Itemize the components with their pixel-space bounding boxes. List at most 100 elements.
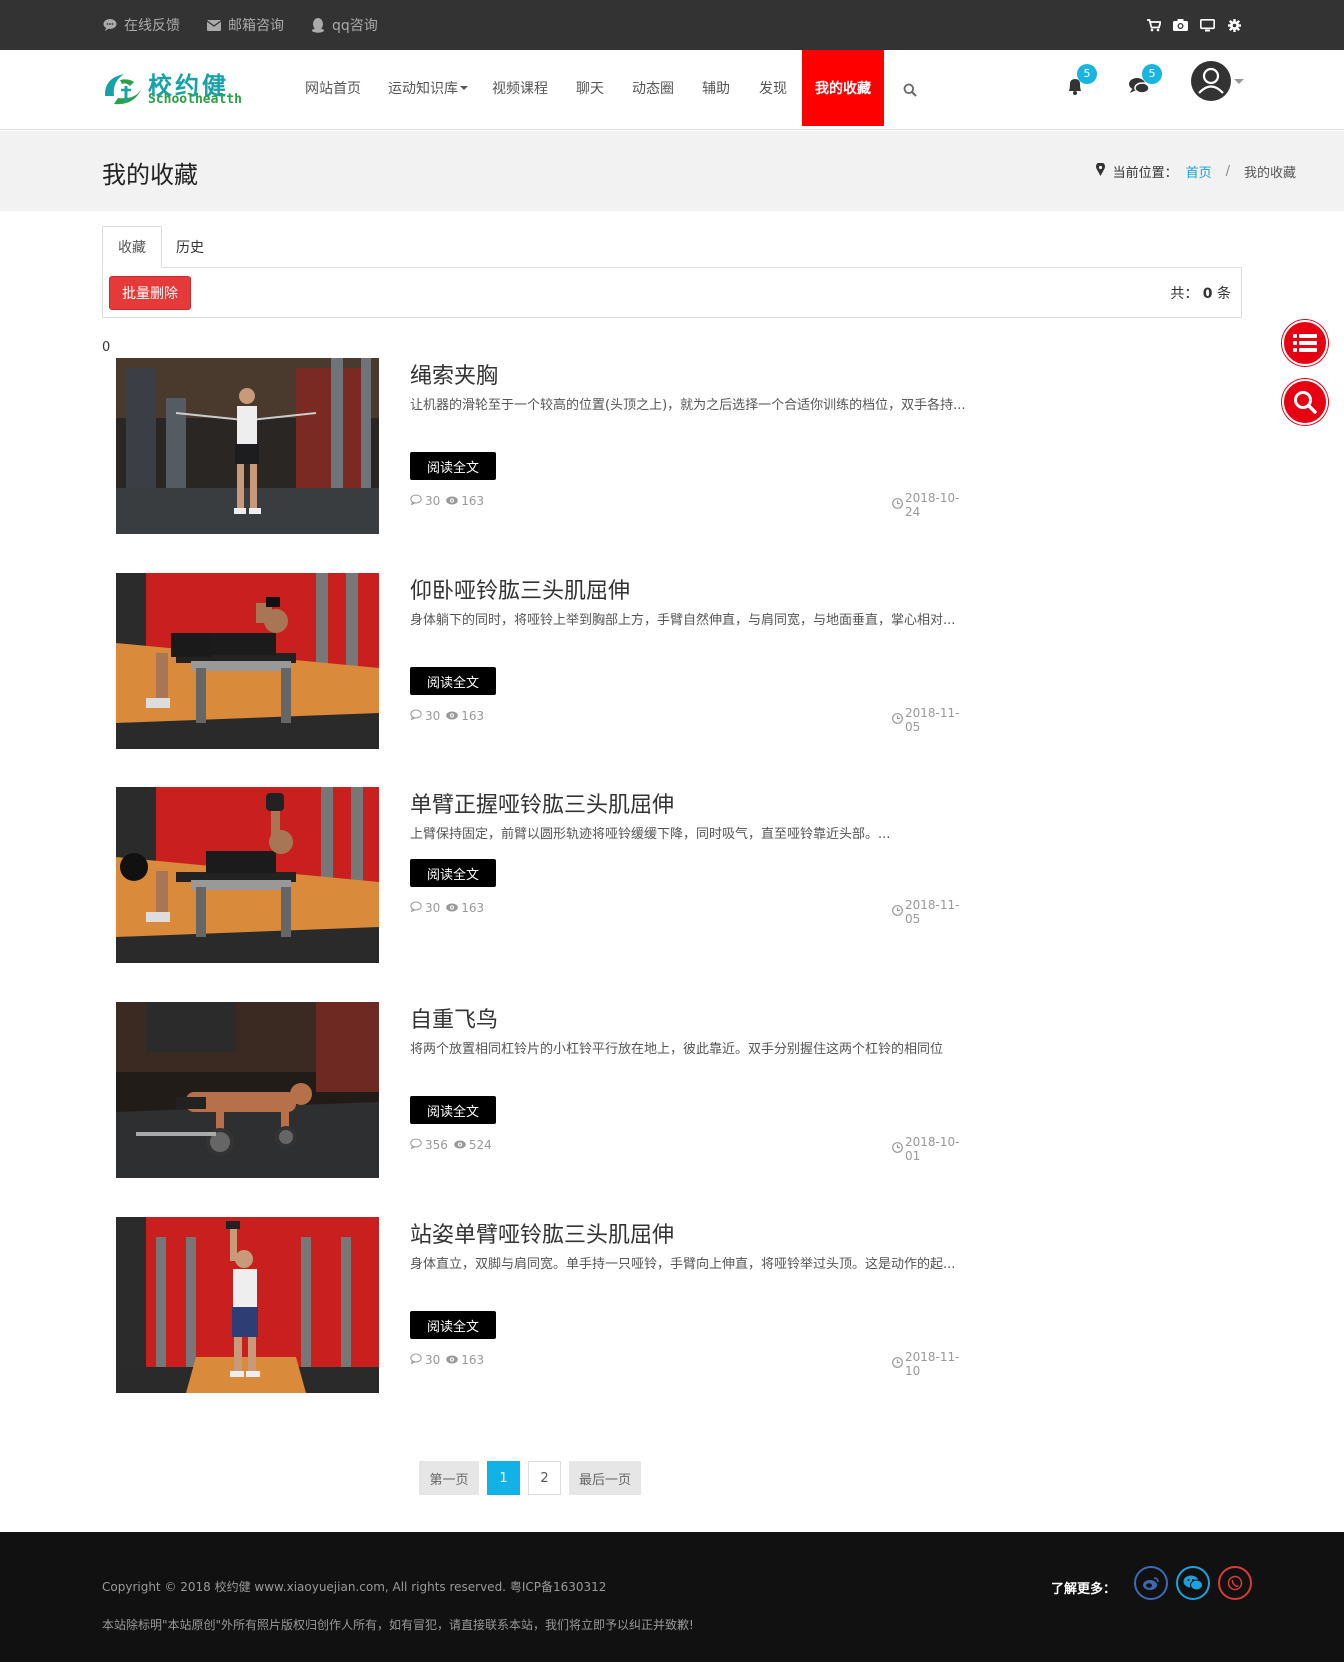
breadcrumb-current: 我的收藏 bbox=[1243, 166, 1296, 181]
total-suffix: 条 bbox=[1217, 286, 1231, 302]
nav-video-label: 视频课程 bbox=[492, 81, 548, 97]
gear-icon[interactable] bbox=[1226, 17, 1242, 33]
clock-icon bbox=[892, 1357, 903, 1371]
article-summary: 让机器的滑轮至于一个较高的位置(头顶之上)，就为之后选择一个合适你训练的档位，双… bbox=[410, 398, 966, 413]
pagination-last[interactable]: 最后一页 bbox=[569, 1461, 641, 1495]
user-menu[interactable] bbox=[1190, 60, 1246, 102]
article-summary: 身体直立，双脚与肩同宽。单手持一只哑铃，手臂向上伸直，将哑铃举过头顶。这是动作的… bbox=[410, 1257, 956, 1272]
date-text: 2018-10-24 bbox=[905, 491, 960, 519]
site-logo[interactable]: 校约健 Schoolhealth bbox=[100, 66, 250, 112]
nav-favorites-label: 我的收藏 bbox=[815, 81, 871, 97]
whatsapp-icon[interactable] bbox=[1218, 1566, 1252, 1600]
article-date: 2018-10-01 bbox=[892, 1135, 966, 1163]
tab-history-label: 历史 bbox=[176, 240, 204, 256]
logo-english: Schoolhealth bbox=[148, 92, 242, 107]
comment-count: 30 bbox=[425, 901, 441, 915]
favorite-item: 绳索夹胸 让机器的滑轮至于一个较高的位置(头顶之上)，就为之后选择一个合适你训练… bbox=[116, 358, 966, 534]
article-title[interactable]: 绳索夹胸 bbox=[410, 358, 498, 390]
breadcrumb-label: 当前位置： bbox=[1112, 166, 1178, 181]
qq-consult-label: qq咨询 bbox=[332, 18, 378, 34]
article-thumbnail[interactable] bbox=[116, 1002, 379, 1178]
eye-icon bbox=[454, 1138, 466, 1152]
view-count: 524 bbox=[468, 1138, 492, 1152]
total-prefix: 共： bbox=[1170, 286, 1199, 302]
article-title[interactable]: 站姿单臂哑铃肱三头肌屈伸 bbox=[410, 1217, 674, 1249]
nav-video-courses[interactable]: 视频课程 bbox=[492, 50, 548, 126]
wechat-icon[interactable] bbox=[1176, 1566, 1210, 1600]
search-icon[interactable] bbox=[903, 82, 917, 101]
nav-home[interactable]: 网站首页 bbox=[305, 50, 361, 126]
cart-icon[interactable] bbox=[1146, 17, 1162, 33]
email-consult-link[interactable]: 邮箱咨询 bbox=[206, 0, 284, 50]
floating-search-button[interactable] bbox=[1282, 379, 1328, 425]
tab-bar: 收藏 历史 bbox=[102, 226, 1242, 268]
feedback-link[interactable]: 在线反馈 bbox=[102, 0, 180, 50]
comment-count: 30 bbox=[425, 709, 441, 723]
read-more-button[interactable]: 阅读全文 bbox=[410, 452, 496, 480]
floating-list-button[interactable] bbox=[1282, 320, 1328, 366]
caret-down-icon bbox=[460, 86, 468, 90]
pagination-page-2[interactable]: 2 bbox=[528, 1461, 561, 1495]
article-title[interactable]: 单臂正握哑铃肱三头肌屈伸 bbox=[410, 787, 674, 819]
messages-button[interactable]: 5 bbox=[1128, 64, 1162, 98]
qq-consult-link[interactable]: qq咨询 bbox=[310, 0, 378, 50]
clock-icon bbox=[892, 1142, 903, 1156]
article-stats: 30 163 bbox=[410, 1353, 484, 1367]
article-summary: 将两个放置相同杠铃片的小杠铃平行放在地上，彼此靠近。双手分别握住这两个杠铃的相同… bbox=[410, 1042, 944, 1057]
nav-discover[interactable]: 发现 bbox=[759, 50, 787, 126]
site-footer: Copyright © 2018 校约健 www.xiaoyuejian.com… bbox=[0, 1532, 1344, 1662]
copyright-text: Copyright © 2018 校约健 www.xiaoyuejian.com… bbox=[102, 1580, 607, 1594]
nav-my-favorites[interactable]: 我的收藏 bbox=[802, 50, 884, 126]
page-title: 我的收藏 bbox=[102, 161, 198, 189]
tab-favorites[interactable]: 收藏 bbox=[102, 226, 162, 268]
article-thumbnail[interactable] bbox=[116, 1217, 379, 1393]
main-header: 校约健 Schoolhealth 网站首页 运动知识库 视频课程 聊天 动态圈 … bbox=[0, 50, 1344, 130]
nav-knowledge[interactable]: 运动知识库 bbox=[388, 50, 468, 126]
pagination-page-1[interactable]: 1 bbox=[487, 1461, 520, 1495]
monitor-icon[interactable] bbox=[1199, 17, 1215, 33]
article-thumbnail[interactable] bbox=[116, 787, 379, 963]
notifications-bell[interactable]: 5 bbox=[1065, 64, 1097, 98]
view-count: 163 bbox=[461, 494, 485, 508]
view-count: 163 bbox=[461, 709, 485, 723]
read-more-button[interactable]: 阅读全文 bbox=[410, 1096, 496, 1124]
tab-favorites-label: 收藏 bbox=[118, 240, 146, 256]
copyright-notice: 本站除标明"本站原创"外所有照片版权归创作人所有，如有冒犯，请直接联系本站，我们… bbox=[102, 1618, 694, 1632]
breadcrumb: 当前位置： 首页 / 我的收藏 bbox=[1095, 162, 1296, 181]
breadcrumb-home-link[interactable]: 首页 bbox=[1186, 162, 1212, 181]
comment-icon bbox=[410, 1138, 422, 1152]
pagination-first[interactable]: 第一页 bbox=[419, 1461, 479, 1495]
date-text: 2018-10-01 bbox=[905, 1135, 960, 1163]
nav-assist[interactable]: 辅助 bbox=[702, 50, 730, 126]
read-more-button[interactable]: 阅读全文 bbox=[410, 667, 496, 695]
weibo-icon[interactable] bbox=[1134, 1566, 1168, 1600]
comment-count: 30 bbox=[425, 494, 441, 508]
article-title[interactable]: 自重飞鸟 bbox=[410, 1002, 498, 1034]
breadcrumb-separator: / bbox=[1225, 164, 1230, 179]
messages-badge: 5 bbox=[1142, 64, 1162, 84]
list-icon bbox=[1293, 334, 1317, 352]
article-stats: 30 163 bbox=[410, 901, 484, 915]
stray-counter-text: 0 bbox=[102, 340, 111, 355]
article-summary: 身体躺下的同时，将哑铃上举到胸部上方，手臂自然伸直，与肩同宽，与地面垂直，掌心相… bbox=[410, 613, 956, 628]
nav-chat-label: 聊天 bbox=[576, 81, 604, 97]
article-thumbnail[interactable] bbox=[116, 358, 379, 534]
qq-icon bbox=[310, 17, 326, 33]
camera-icon[interactable] bbox=[1172, 17, 1188, 33]
date-text: 2018-11-05 bbox=[905, 706, 960, 734]
tab-history[interactable]: 历史 bbox=[162, 226, 218, 268]
read-more-button[interactable]: 阅读全文 bbox=[410, 859, 496, 887]
view-count: 163 bbox=[461, 901, 485, 915]
article-thumbnail[interactable] bbox=[116, 573, 379, 749]
nav-chat[interactable]: 聊天 bbox=[576, 50, 604, 126]
read-more-button[interactable]: 阅读全文 bbox=[410, 1311, 496, 1339]
eye-icon bbox=[446, 901, 459, 915]
favorite-item: 自重飞鸟 将两个放置相同杠铃片的小杠铃平行放在地上，彼此靠近。双手分别握住这两个… bbox=[116, 1002, 966, 1178]
total-number: 0 bbox=[1202, 286, 1213, 302]
total-count: 共： 0 条 bbox=[1170, 283, 1231, 303]
view-count: 163 bbox=[461, 1353, 485, 1367]
batch-delete-button[interactable]: 批量删除 bbox=[109, 276, 191, 310]
article-title[interactable]: 仰卧哑铃肱三头肌屈伸 bbox=[410, 573, 630, 605]
nav-moments[interactable]: 动态圈 bbox=[632, 50, 674, 126]
comment-icon bbox=[410, 1353, 422, 1367]
